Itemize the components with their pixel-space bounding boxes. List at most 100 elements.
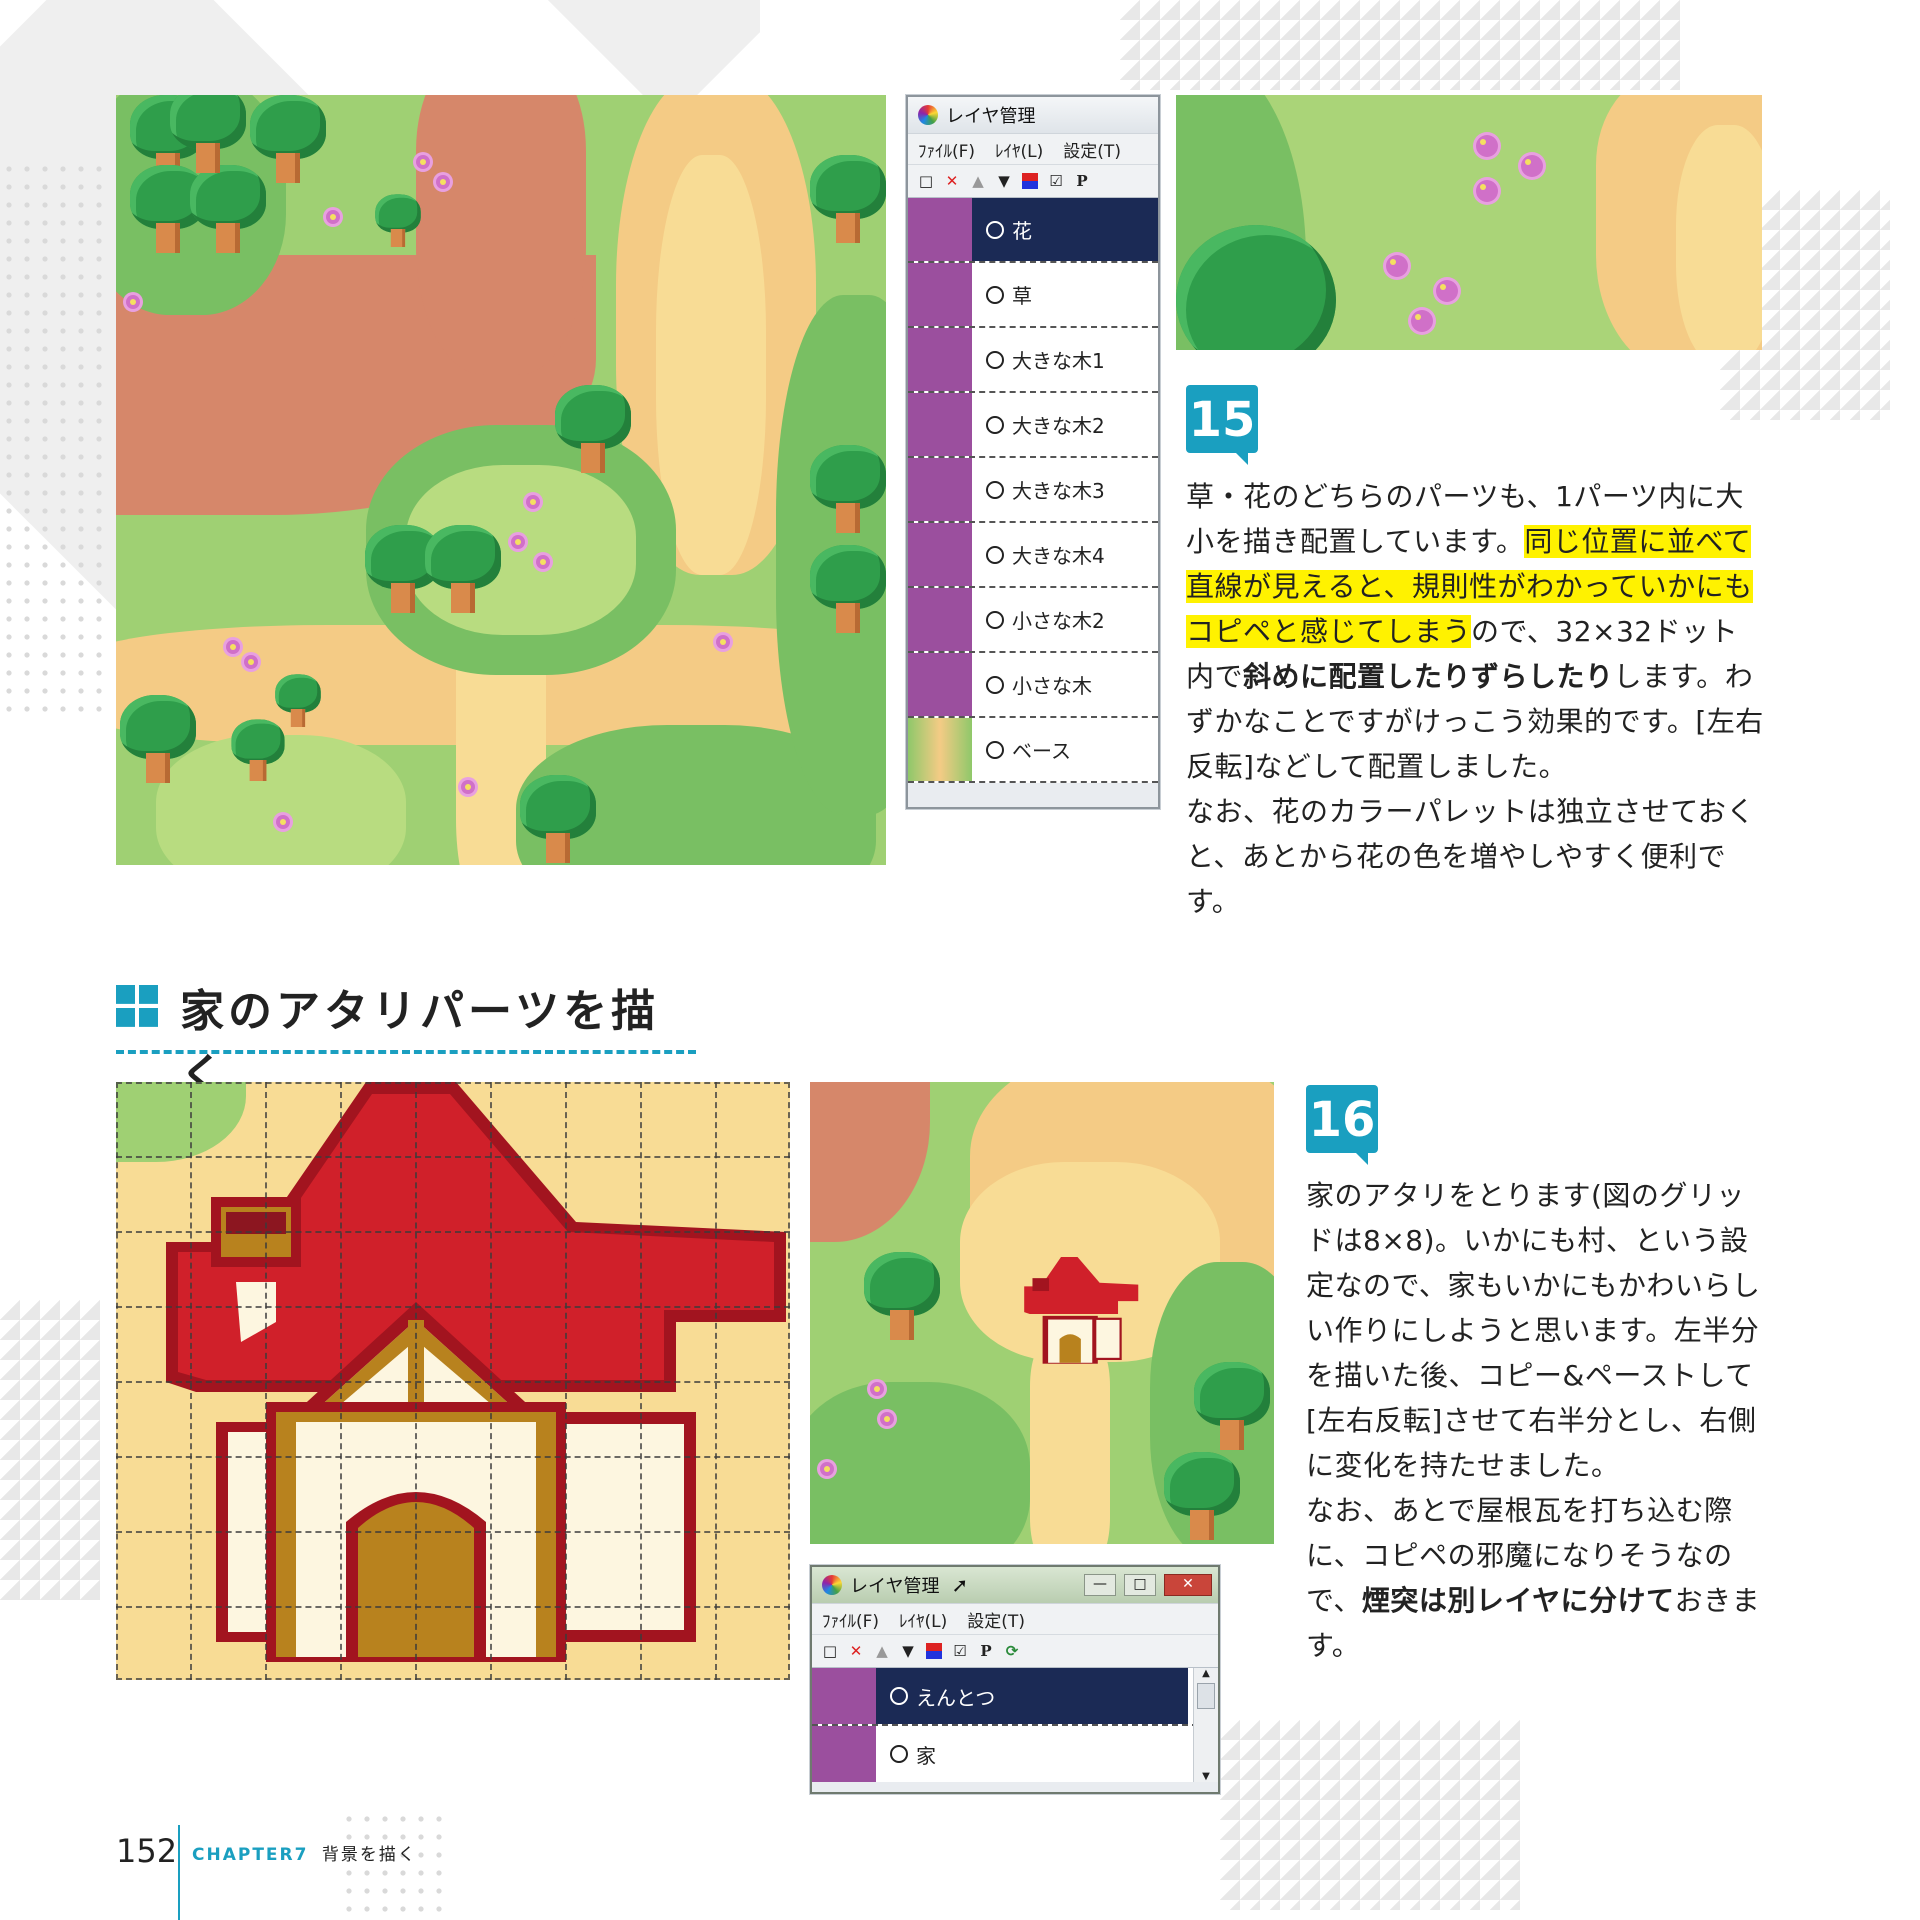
- flower-icon: [416, 155, 430, 169]
- minimize-button[interactable]: —: [1084, 1574, 1116, 1596]
- palette-p-icon[interactable]: P: [978, 1643, 994, 1659]
- visibility-radio[interactable]: [986, 740, 1004, 759]
- palette-p-icon[interactable]: P: [1074, 173, 1090, 189]
- layer-thumbnail: [812, 1668, 876, 1724]
- window-title: レイヤ管理: [946, 106, 1036, 127]
- layer-thumbnail: [908, 523, 972, 586]
- window-title: レイヤ管理: [850, 1576, 940, 1597]
- close-button[interactable]: ✕: [1164, 1574, 1212, 1596]
- menu-layer[interactable]: ﾚｲﾔ(L): [995, 137, 1043, 162]
- window-titlebar[interactable]: レイヤ管理 ➚ — □ ✕: [812, 1567, 1218, 1603]
- step15-text: 草・花のどちらのパーツも、1パーツ内に大小を描き配置しています。同じ位置に並べて…: [1186, 480, 1764, 918]
- layer-manager-window[interactable]: レイヤ管理 ﾌｧｲﾙ(F) ﾚｲﾔ(L) 設定(T) □ ✕ ▲ ▼ ☑ P 花…: [906, 95, 1160, 809]
- flower-icon: [326, 210, 340, 224]
- tree-icon: [806, 545, 886, 641]
- flower-icon: [461, 780, 475, 794]
- menu-layer[interactable]: ﾚｲﾔ(L): [899, 1607, 947, 1632]
- flower-icon: [1411, 310, 1433, 332]
- layer-list: 花 草 大きな木1 大きな木2 大きな木3 大きな木4 小さな木2 小さな木 ベ…: [908, 198, 1158, 783]
- delete-layer-icon[interactable]: ✕: [944, 173, 960, 189]
- move-down-icon[interactable]: ▼: [996, 173, 1012, 189]
- window-titlebar[interactable]: レイヤ管理: [908, 97, 1158, 133]
- toolbar: □ ✕ ▲ ▼ ☑ P ⟳: [812, 1634, 1218, 1668]
- app-icon: [918, 105, 938, 125]
- flower-icon: [716, 635, 730, 649]
- menu-bar: ﾌｧｲﾙ(F) ﾚｲﾔ(L) 設定(T): [812, 1603, 1218, 1634]
- layer-item-flower[interactable]: 花: [908, 198, 1158, 263]
- visibility-radio[interactable]: [986, 415, 1004, 434]
- step16-text: 家のアタリをとります(図のグリッドは8×8)。いかにも村、という設定なので、家も…: [1306, 1179, 1761, 1662]
- visibility-radio[interactable]: [890, 1745, 908, 1763]
- menu-settings[interactable]: 設定(T): [967, 1607, 1025, 1632]
- layer-item-base[interactable]: ベース: [908, 718, 1158, 783]
- flower-icon: [820, 1462, 834, 1476]
- flower-icon: [511, 535, 525, 549]
- layer-item-house[interactable]: 家: [812, 1726, 1218, 1782]
- layer-item-big-tree-1[interactable]: 大きな木1: [908, 328, 1158, 393]
- toolbar: □ ✕ ▲ ▼ ☑ P: [908, 164, 1158, 198]
- maximize-button[interactable]: □: [1124, 1574, 1156, 1596]
- move-up-icon[interactable]: ▲: [970, 173, 986, 189]
- layer-thumbnail: [908, 393, 972, 456]
- menu-file[interactable]: ﾌｧｲﾙ(F): [918, 137, 975, 162]
- layer-thumbnail: [908, 588, 972, 651]
- layer-thumbnail: [812, 1726, 876, 1782]
- layer-thumbnail: [908, 718, 972, 781]
- layer-item-chimney[interactable]: えんとつ: [812, 1668, 1218, 1726]
- top-field-map: [116, 95, 886, 865]
- visibility-radio[interactable]: [986, 610, 1004, 629]
- layer-item-big-tree-2[interactable]: 大きな木2: [908, 393, 1158, 458]
- new-layer-icon[interactable]: □: [918, 173, 934, 189]
- move-down-icon[interactable]: ▼: [900, 1643, 916, 1659]
- flower-icon: [126, 295, 140, 309]
- layer-item-grass[interactable]: 草: [908, 263, 1158, 328]
- new-layer-icon[interactable]: □: [822, 1643, 838, 1659]
- layer-thumbnail: [908, 328, 972, 391]
- flower-icon: [1386, 255, 1408, 277]
- tree-icon: [806, 155, 886, 251]
- chapter-label: CHAPTER7 背景を描く: [192, 1845, 417, 1865]
- layer-item-big-tree-3[interactable]: 大きな木3: [908, 458, 1158, 523]
- tree-icon: [229, 719, 288, 786]
- layer-item-small-tree-2[interactable]: 小さな木2: [908, 588, 1158, 653]
- decor-triangles-top-right: [1120, 0, 1680, 90]
- visibility-radio[interactable]: [986, 220, 1004, 239]
- tree-icon: [551, 385, 635, 481]
- delete-layer-icon[interactable]: ✕: [848, 1643, 864, 1659]
- mouse-cursor-icon: ➚: [951, 1573, 969, 1597]
- layer-thumbnail: [908, 653, 972, 716]
- section-heading: 家のアタリパーツを描く: [116, 975, 696, 1101]
- layer-thumbnail: [908, 198, 972, 261]
- menu-file[interactable]: ﾌｧｲﾙ(F): [822, 1607, 879, 1632]
- color-icon[interactable]: [1022, 173, 1038, 189]
- house-sketch-grid: [116, 1082, 790, 1680]
- bold-text: 煙突は別レイヤに分けて: [1361, 1584, 1675, 1617]
- tree-icon: [373, 194, 423, 252]
- properties-icon[interactable]: ☑: [1048, 173, 1064, 189]
- visibility-radio[interactable]: [986, 675, 1004, 694]
- flower-icon: [536, 555, 550, 569]
- tree-icon: [806, 445, 886, 541]
- color-icon[interactable]: [926, 1643, 942, 1659]
- step-number-badge: 16: [1306, 1085, 1378, 1165]
- menu-settings[interactable]: 設定(T): [1063, 137, 1121, 162]
- visibility-radio[interactable]: [986, 480, 1004, 499]
- vertical-scrollbar[interactable]: ▲ ▼: [1193, 1668, 1218, 1782]
- flower-icon: [870, 1382, 884, 1396]
- properties-icon[interactable]: ☑: [952, 1643, 968, 1659]
- visibility-radio[interactable]: [986, 350, 1004, 369]
- page-number: 152: [116, 1832, 178, 1870]
- refresh-icon[interactable]: ⟳: [1004, 1643, 1020, 1659]
- layer-item-big-tree-4[interactable]: 大きな木4: [908, 523, 1158, 588]
- flower-icon: [1436, 280, 1458, 302]
- visibility-radio[interactable]: [986, 545, 1004, 564]
- layer-item-small-tree[interactable]: 小さな木: [908, 653, 1158, 718]
- layer-manager-window-2[interactable]: レイヤ管理 ➚ — □ ✕ ﾌｧｲﾙ(F) ﾚｲﾔ(L) 設定(T) □ ✕ ▲…: [810, 1565, 1220, 1794]
- tree-icon: [116, 695, 200, 791]
- flower-icon: [1476, 180, 1498, 202]
- flowers-zoom-image: [1176, 95, 1762, 350]
- visibility-radio[interactable]: [986, 285, 1004, 304]
- decor-triangles-bottom-right: [1220, 1720, 1520, 1910]
- visibility-radio[interactable]: [890, 1687, 908, 1705]
- move-up-icon[interactable]: ▲: [874, 1643, 890, 1659]
